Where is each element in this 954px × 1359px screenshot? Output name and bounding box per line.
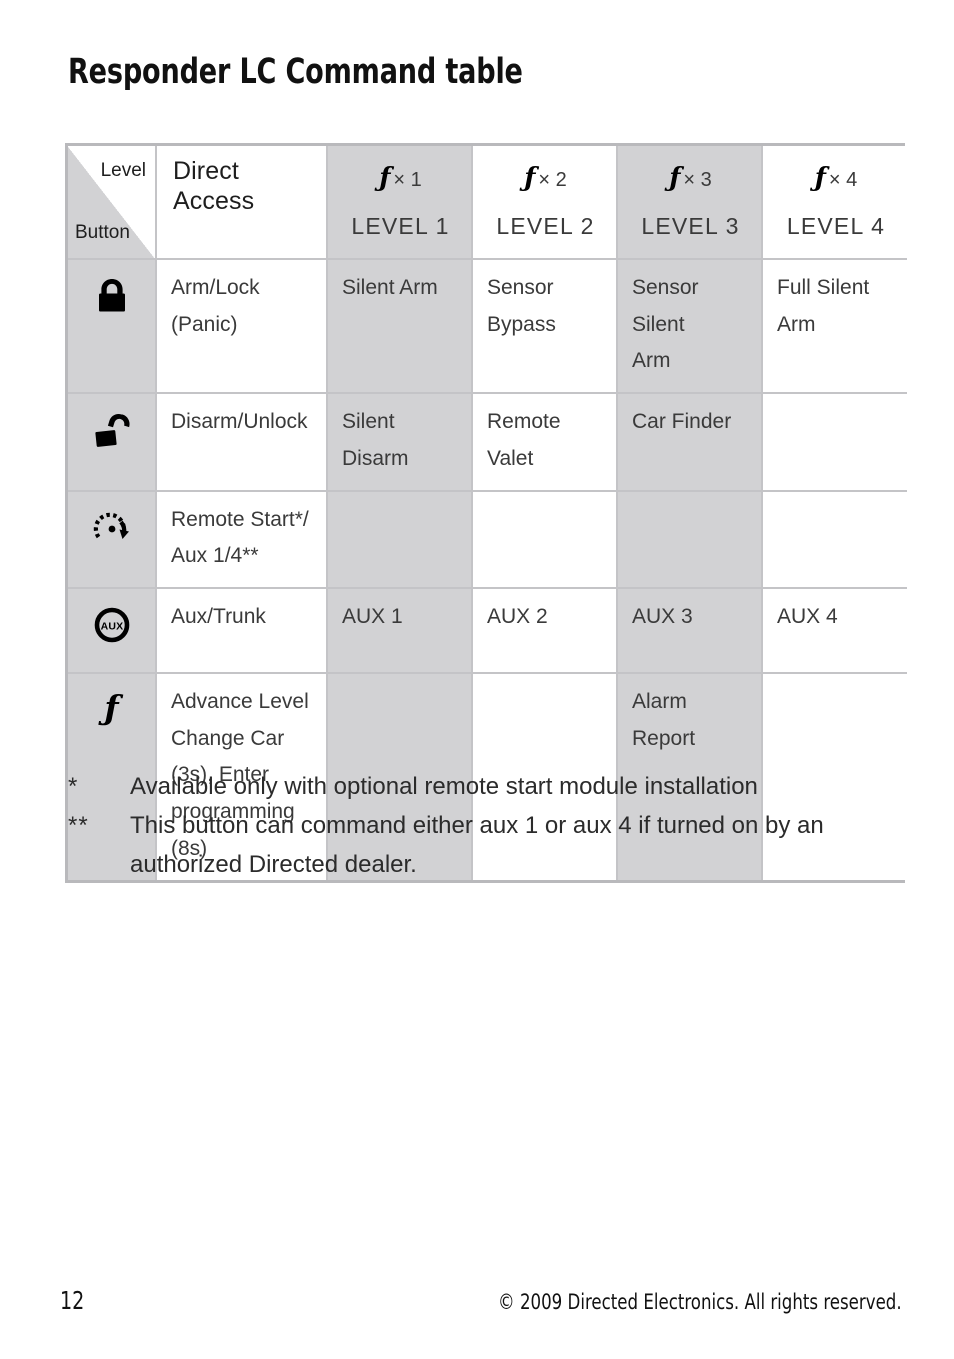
level-1-multiplier: × 1 (393, 169, 422, 191)
cell-level-1: AUX 1 (327, 588, 473, 674)
corner-level-label: Level (100, 160, 146, 181)
script-f-icon: ƒ (524, 163, 536, 193)
corner-button-label: Button (75, 221, 130, 243)
cell-text: Silent Disarm (342, 410, 409, 470)
footnotes: * Available only with optional remote st… (68, 768, 913, 885)
script-f-icon: ƒ (104, 687, 119, 727)
closed-padlock-icon (90, 274, 134, 318)
header-level-3: ƒ × 3 LEVEL 3 (617, 146, 763, 260)
level-2-multiplier: × 2 (538, 169, 567, 191)
cell-text: Remote Valet (487, 410, 561, 470)
script-f-icon: ƒ (814, 163, 826, 193)
cell-text: Arm/Lock (Panic) (171, 275, 260, 336)
table-row: AUX Aux/Trunk AUX 1 AUX 2 AUX 3 AUX 4 (68, 588, 907, 674)
cell-text: Silent Arm (342, 275, 438, 299)
button-cell-aux-trunk: AUX (68, 588, 157, 674)
cell-text: Alarm Report (632, 689, 696, 750)
level-2-label: LEVEL 2 (496, 212, 595, 239)
header-level-4: ƒ × 4 LEVEL 4 (762, 146, 907, 260)
cell-level-3: Car Finder (617, 393, 763, 492)
cell-level-2 (472, 490, 618, 589)
level-1-fx-row: ƒ × 1 (342, 156, 459, 202)
footnote-single-asterisk: * Available only with optional remote st… (68, 768, 913, 807)
cell-level-3: Sensor Silent Arm (617, 258, 763, 395)
cell-text: Aux/Trunk (171, 605, 266, 628)
cell-text: Disarm/Unlock (171, 410, 308, 433)
table-row: Arm/Lock (Panic) Silent Arm Sensor Bypas… (68, 258, 907, 395)
level-4-label: LEVEL 4 (786, 212, 886, 239)
cell-text: AUX 2 (487, 605, 548, 628)
footnote-text: This button can command either aux 1 or … (130, 811, 824, 878)
cell-level-2: Remote Valet (472, 393, 618, 492)
footnote-double-asterisk: ** This button can command either aux 1 … (68, 807, 913, 885)
level-4-fx-row: ƒ × 4 (777, 156, 895, 202)
cell-direct: Arm/Lock (Panic) (156, 258, 328, 395)
cell-direct: Disarm/Unlock (156, 393, 328, 492)
cell-level-4: AUX 4 (762, 588, 907, 674)
cell-text: Car Finder (632, 410, 732, 433)
remote-start-icon (90, 506, 134, 550)
level-3-label: LEVEL 3 (641, 212, 740, 239)
header-corner-cell: Level Button (68, 146, 157, 260)
button-cell-arm-lock (68, 258, 157, 395)
cell-level-1: Silent Disarm (327, 393, 473, 492)
table-header-row: Level Button Direct Access ƒ × 1 LEVEL 1 … (68, 146, 907, 260)
cell-level-2: AUX 2 (472, 588, 618, 674)
level-3-fx-row: ƒ × 3 (632, 156, 749, 202)
cell-text: Sensor Silent Arm (632, 275, 699, 373)
footnote-mark: * (68, 773, 79, 800)
level-1-label: LEVEL 1 (351, 212, 450, 239)
cell-text: AUX 3 (632, 605, 693, 628)
page-footer: 12 © 2009 Directed Electronics. All righ… (0, 1286, 954, 1326)
aux-circle-icon: AUX (90, 603, 134, 647)
level-3-multiplier: × 3 (683, 169, 712, 191)
level-4-multiplier: × 4 (828, 169, 858, 191)
table-row: Remote Start*/ Aux 1/4** (68, 490, 907, 589)
cell-text: AUX 4 (777, 605, 838, 628)
table-row: Disarm/Unlock Silent Disarm Remote Valet… (68, 393, 907, 492)
cell-direct: Aux/Trunk (156, 588, 328, 674)
cell-level-1: Silent Arm (327, 258, 473, 395)
script-f-icon: ƒ (669, 163, 681, 193)
header-level-2: ƒ × 2 LEVEL 2 (472, 146, 618, 260)
open-padlock-icon (90, 408, 134, 452)
cell-text: AUX 1 (342, 605, 403, 628)
level-2-fx-row: ƒ × 2 (487, 156, 604, 202)
cell-level-2: Sensor Bypass (472, 258, 618, 395)
footnote-mark: ** (68, 811, 89, 839)
document-page: Responder LC Command table Level Button (0, 0, 954, 1359)
svg-text:AUX: AUX (100, 621, 123, 633)
cell-level-3: AUX 3 (617, 588, 763, 674)
script-f-icon: ƒ (379, 163, 391, 193)
cell-text: Remote Start*/ Aux 1/4** (171, 507, 309, 568)
footnote-text: Available only with optional remote star… (130, 773, 758, 800)
button-cell-disarm-unlock (68, 393, 157, 492)
page-number: 12 (60, 1286, 85, 1315)
copyright-notice: © 2009 Directed Electronics. All rights … (498, 1290, 902, 1314)
page-title: Responder LC Command table (68, 52, 523, 92)
cell-level-4 (762, 393, 907, 492)
cell-level-4 (762, 490, 907, 589)
cell-level-1 (327, 490, 473, 589)
cell-level-3 (617, 490, 763, 589)
cell-text: Full Silent Arm (777, 275, 870, 336)
cell-direct: Remote Start*/ Aux 1/4** (156, 490, 328, 589)
cell-level-4: Full Silent Arm (762, 258, 907, 395)
cell-text: Sensor Bypass (487, 275, 556, 336)
header-level-1: ƒ × 1 LEVEL 1 (327, 146, 473, 260)
header-direct-access: Direct Access (156, 146, 328, 260)
button-cell-remote-start (68, 490, 157, 589)
